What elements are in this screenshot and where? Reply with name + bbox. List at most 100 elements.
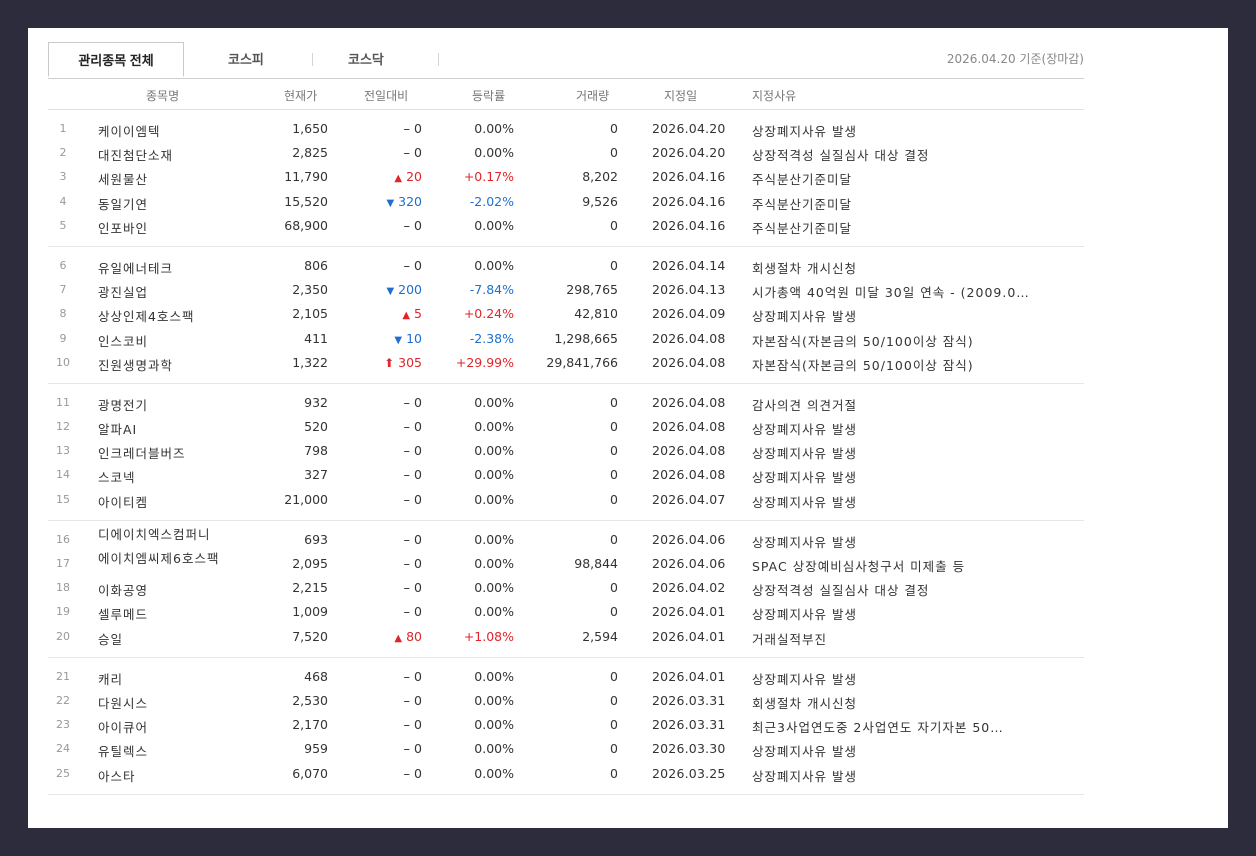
table-row[interactable]: 5 인포바인 68,900–0 0.00% 0 2026.04.16 주식분산기준미달 xyxy=(48,214,1084,238)
table-row[interactable]: 11 광명전기 932–0 0.00% 0 2026.04.08 감사의견 의견거절 xyxy=(48,391,1084,415)
price-change-value: 305 xyxy=(398,354,422,370)
table-header: 종목명 현재가 전일대비 등락률 거래량 지정일 지정사유 xyxy=(48,80,1084,110)
stock-name-link[interactable]: 동일기연 xyxy=(98,194,228,213)
price-change-value: 0 xyxy=(414,217,422,233)
table-row[interactable]: 8 상상인제4호스팩 2,105 ▲ 5 +0.24% 42,810 2026.04.09 상장… xyxy=(48,302,1084,326)
table-row[interactable]: 14 스코넥 327–0 0.00% 0 2026.04.08 상장폐지사유 발생 xyxy=(48,463,1084,487)
designation-date: 2026.04.06 xyxy=(652,556,726,571)
trading-volume: 0 xyxy=(610,419,618,435)
stock-name-link[interactable]: 인스코비 xyxy=(98,331,228,350)
stock-name-link[interactable]: 캐리 xyxy=(98,669,228,688)
table-row[interactable]: 18 이화공영 2,215–0 0.00% 0 2026.04.02 상장적격성 실질심사 … xyxy=(48,576,1084,600)
table-row[interactable]: 15 아이티켐 21,000–0 0.00% 0 2026.04.07 상장폐지사유 발생 xyxy=(48,488,1084,512)
stock-name-link[interactable]: 유틸렉스 xyxy=(98,741,228,760)
trading-volume: 0 xyxy=(610,741,618,757)
stock-name-link[interactable]: 광명전기 xyxy=(98,395,228,414)
table-row[interactable]: 23 아이큐어 2,170–0 0.00% 0 2026.03.31 최근3사업연도중 2사… xyxy=(48,713,1084,737)
price-change: ▼ 200 xyxy=(386,282,422,297)
stock-name-link[interactable]: 에이치엠씨제6호스팩 xyxy=(98,551,228,566)
col-header-date[interactable]: 지정일 xyxy=(664,87,697,104)
stock-name-link[interactable]: 승일 xyxy=(98,629,228,648)
designation-reason: 상장적격성 실질심사 대상 결정 xyxy=(752,583,930,599)
trading-volume: 42,810 xyxy=(574,306,618,322)
stock-name-link[interactable]: 유일에너테크 xyxy=(98,258,228,277)
tab-kosdaq[interactable]: 코스닥 xyxy=(348,42,384,77)
change-rate: 0.00% xyxy=(474,145,514,161)
stock-name-link[interactable]: 광진실업 xyxy=(98,282,228,301)
stock-name-link[interactable]: 아이티켐 xyxy=(98,492,228,511)
price-change: ▲ 20 xyxy=(394,169,422,184)
trading-volume: 0 xyxy=(610,121,618,136)
designation-reason: 상장폐지사유 발생 xyxy=(752,607,857,623)
col-header-reason[interactable]: 지정사유 xyxy=(752,87,796,104)
change-rate: 0.00% xyxy=(474,419,514,435)
table-row[interactable]: 17 에이치엠씨제6호스팩 2,095 –0 0.00% 98,844 2026.04.06… xyxy=(48,551,1084,576)
table-row[interactable]: 19 셀루메드 1,009–0 0.00% 0 2026.04.01 상장폐지사유 발생 xyxy=(48,600,1084,624)
table-row[interactable]: 20 승일 7,520 ▲ 80 +1.08% 2,594 2026.04.01 거래실적부진 xyxy=(48,625,1084,649)
unchanged-dash-icon: – xyxy=(403,395,411,411)
stock-name-link[interactable]: 아스타 xyxy=(98,766,228,785)
stock-name-link[interactable]: 셀루메드 xyxy=(98,604,228,623)
stock-name-link[interactable]: 상상인제4호스팩 xyxy=(98,306,228,325)
price-change: –0 xyxy=(404,492,422,508)
table-row[interactable]: 21 캐리 468–0 0.00% 0 2026.04.01 상장폐지사유 발생 xyxy=(48,665,1084,689)
price-change: –0 xyxy=(404,580,422,596)
stock-name-link[interactable]: 케이이엠텍 xyxy=(98,121,228,140)
price-change-value: 20 xyxy=(406,169,422,185)
stock-name-link[interactable]: 인크레더블버즈 xyxy=(98,443,228,462)
row-number: 2 xyxy=(59,146,67,160)
table-row[interactable]: 10 진원생명과학 1,322 ⬆ 305 +29.99% 29,841,766 2026.0… xyxy=(48,351,1084,375)
stock-name-link[interactable]: 세원물산 xyxy=(98,169,228,188)
table-row[interactable]: 2 대진첨단소재 2,825–0 0.00% 0 2026.04.20 상장적격성 실질심사… xyxy=(48,141,1084,165)
table-row[interactable]: 16 디에이치엑스컴퍼니 693–0 0.00% 0 2026.04.06 상장폐지사유 발… xyxy=(48,527,1084,552)
unchanged-dash-icon: – xyxy=(403,468,411,484)
table-row[interactable]: 9 인스코비 411 ▼ 10 -2.38% 1,298,665 2026.04.08 자본잠식… xyxy=(48,327,1084,351)
tab-divider xyxy=(312,53,313,66)
row-number: 20 xyxy=(56,629,70,643)
row-number: 4 xyxy=(59,194,67,208)
trading-volume: 0 xyxy=(610,257,618,273)
stock-name-link[interactable]: 스코넥 xyxy=(98,467,228,486)
current-price: 7,520 xyxy=(292,628,328,644)
table-row[interactable]: 7 광진실업 2,350 ▼ 200 -7.84% 298,765 2026.04.13 시가총… xyxy=(48,278,1084,302)
row-group: 1 케이이엠텍 1,650–0 0.00% 0 2026.04.20 상장폐지사유 발생 2 대… xyxy=(48,110,1084,247)
designation-date: 2026.03.31 xyxy=(652,692,726,708)
row-number: 9 xyxy=(59,331,67,345)
tab-kospi[interactable]: 코스피 xyxy=(228,42,264,77)
stock-name-link[interactable]: 알파AI xyxy=(98,419,228,438)
stock-name-link[interactable]: 이화공영 xyxy=(98,580,228,599)
trading-volume: 2,594 xyxy=(582,628,618,644)
table-row[interactable]: 1 케이이엠텍 1,650–0 0.00% 0 2026.04.20 상장폐지사유 발생 xyxy=(48,117,1084,141)
designation-reason: 상장폐지사유 발생 xyxy=(752,446,857,462)
price-change-value: 320 xyxy=(398,193,422,209)
unchanged-dash-icon: – xyxy=(403,122,411,137)
price-change: –0 xyxy=(404,717,422,733)
col-header-price[interactable]: 현재가 xyxy=(284,87,317,104)
table-row[interactable]: 6 유일에너테크 806–0 0.00% 0 2026.04.14 회생절차 개시신청 xyxy=(48,254,1084,278)
trading-volume: 0 xyxy=(610,668,618,684)
table-row[interactable]: 3 세원물산 11,790 ▲ 20 +0.17% 8,202 2026.04.16 주식분산기… xyxy=(48,165,1084,189)
stock-name-link[interactable]: 진원생명과학 xyxy=(98,355,228,374)
col-header-name[interactable]: 종목명 xyxy=(146,87,179,104)
current-price: 11,790 xyxy=(284,169,328,185)
stock-name-link[interactable]: 아이큐어 xyxy=(98,717,228,736)
stock-name-link[interactable]: 인포바인 xyxy=(98,218,228,237)
table-row[interactable]: 22 다원시스 2,530–0 0.00% 0 2026.03.31 회생절차 개시신청 xyxy=(48,689,1084,713)
designation-date: 2026.04.20 xyxy=(652,121,726,136)
designation-reason: 거래실적부진 xyxy=(752,631,828,647)
stock-name-link[interactable]: 대진첨단소재 xyxy=(98,145,228,164)
col-header-change[interactable]: 전일대비 xyxy=(364,87,408,104)
price-change-value: 0 xyxy=(414,443,422,459)
price-change-value: 0 xyxy=(414,394,422,410)
col-header-volume[interactable]: 거래량 xyxy=(576,87,609,104)
stock-name-link[interactable]: 다원시스 xyxy=(98,693,228,712)
stock-name-link[interactable]: 디에이치엑스컴퍼니 xyxy=(98,527,228,542)
table-row[interactable]: 24 유틸렉스 959–0 0.00% 0 2026.03.30 상장폐지사유 발생 xyxy=(48,737,1084,761)
table-row[interactable]: 4 동일기연 15,520 ▼ 320 -2.02% 9,526 2026.04.16 주식분산… xyxy=(48,190,1084,214)
table-row[interactable]: 13 인크레더블버즈 798–0 0.00% 0 2026.04.08 상장폐지사유 발생 xyxy=(48,439,1084,463)
price-change: –0 xyxy=(404,395,422,411)
table-row[interactable]: 25 아스타 6,070–0 0.00% 0 2026.03.25 상장폐지사유 발생 xyxy=(48,762,1084,786)
tab-all-managed[interactable]: 관리종목 전체 xyxy=(48,42,184,77)
table-row[interactable]: 12 알파AI 520–0 0.00% 0 2026.04.08 상장폐지사유 발생 xyxy=(48,415,1084,439)
col-header-rate[interactable]: 등락률 xyxy=(472,87,505,104)
